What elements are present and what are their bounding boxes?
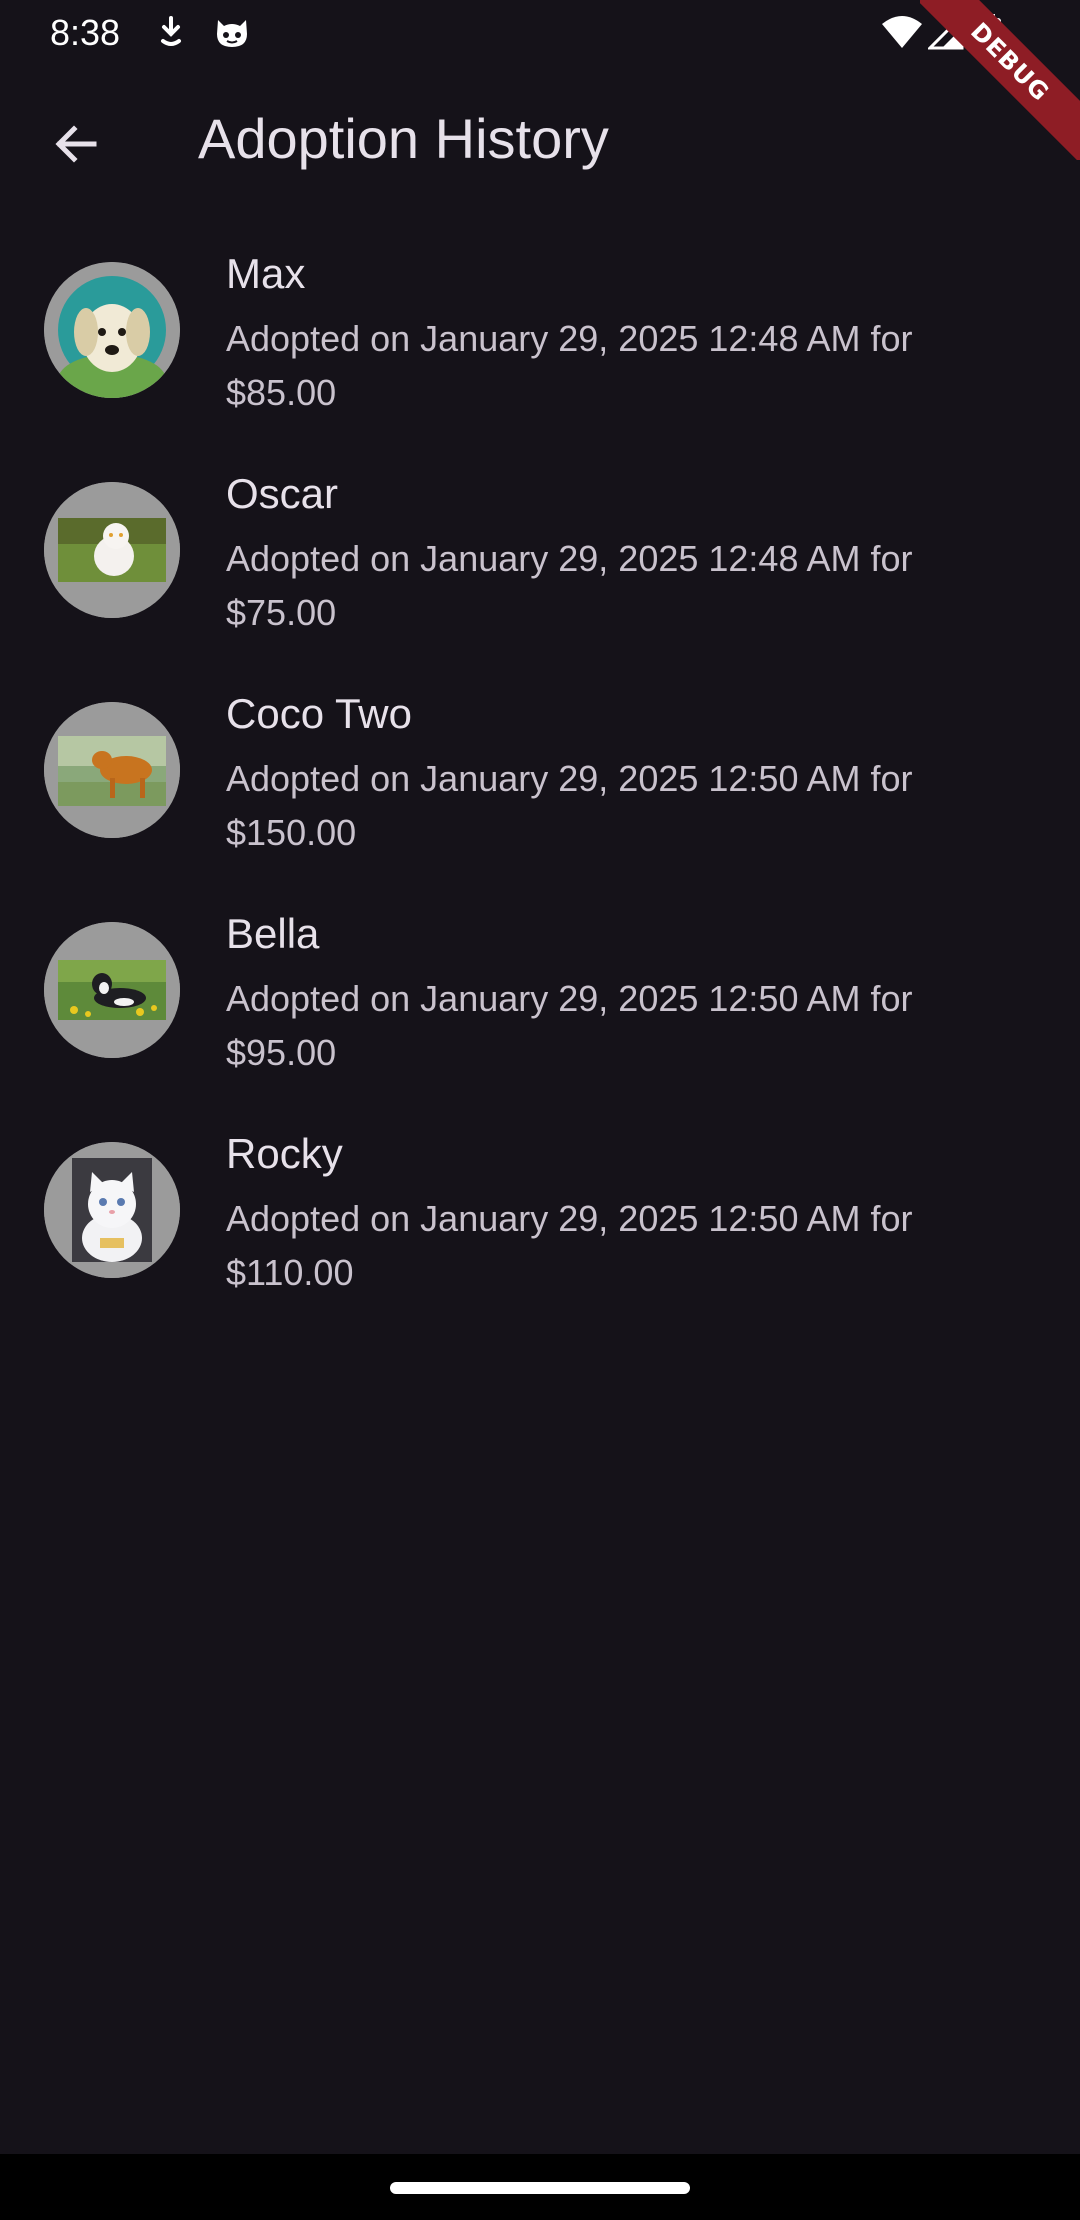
signal-icon [926,12,964,55]
avatar [44,1142,180,1278]
adoption-detail: Adopted on January 29, 2025 12:50 AM for… [226,758,913,853]
back-button[interactable] [40,110,112,182]
avatar [44,262,180,398]
adoption-detail: Adopted on January 29, 2025 12:50 AM for… [226,1198,913,1293]
status-bar: 8:38 [0,0,1080,64]
pet-name: Coco Two [226,690,412,737]
list-item[interactable]: Max Adopted on January 29, 2025 12:48 AM… [0,220,1080,440]
avatar [44,482,180,618]
calf-photo [44,702,180,838]
pet-name: Oscar [226,470,339,517]
adoption-history-list: Max Adopted on January 29, 2025 12:48 AM… [0,220,1080,1320]
page-title: Adoption History [198,107,609,170]
white-kitten-photo [44,1142,180,1278]
dog-in-flowers-photo [44,922,180,1058]
adoption-detail: Adopted on January 29, 2025 12:50 AM for… [226,978,913,1073]
pet-name: Rocky [226,1130,343,1177]
screen: 8:38 DEBUG Adoption History Max Adopted … [0,0,1080,2220]
list-item[interactable]: Bella Adopted on January 29, 2025 12:50 … [0,880,1080,1100]
pet-name: Bella [226,910,320,957]
adoption-detail: Adopted on January 29, 2025 12:48 AM for… [226,538,913,633]
wifi-icon [880,14,924,55]
battery-icon [978,14,1002,57]
pet-name: Max [226,250,306,297]
avatar [44,922,180,1058]
home-gesture-handle[interactable] [390,2182,690,2194]
app-bar: Adoption History [0,64,1080,220]
cat-face-icon [212,14,252,55]
status-time: 8:38 [50,12,121,53]
white-cat-on-grass-photo [44,482,180,618]
list-item[interactable]: Oscar Adopted on January 29, 2025 12:48 … [0,440,1080,660]
download-icon [156,14,186,55]
adoption-detail: Adopted on January 29, 2025 12:48 AM for… [226,318,913,413]
avatar [44,702,180,838]
arrow-left-icon [52,120,100,173]
list-item[interactable]: Coco Two Adopted on January 29, 2025 12:… [0,660,1080,880]
navigation-bar [0,2154,1080,2220]
puppy-photo [44,262,180,398]
list-item[interactable]: Rocky Adopted on January 29, 2025 12:50 … [0,1100,1080,1320]
